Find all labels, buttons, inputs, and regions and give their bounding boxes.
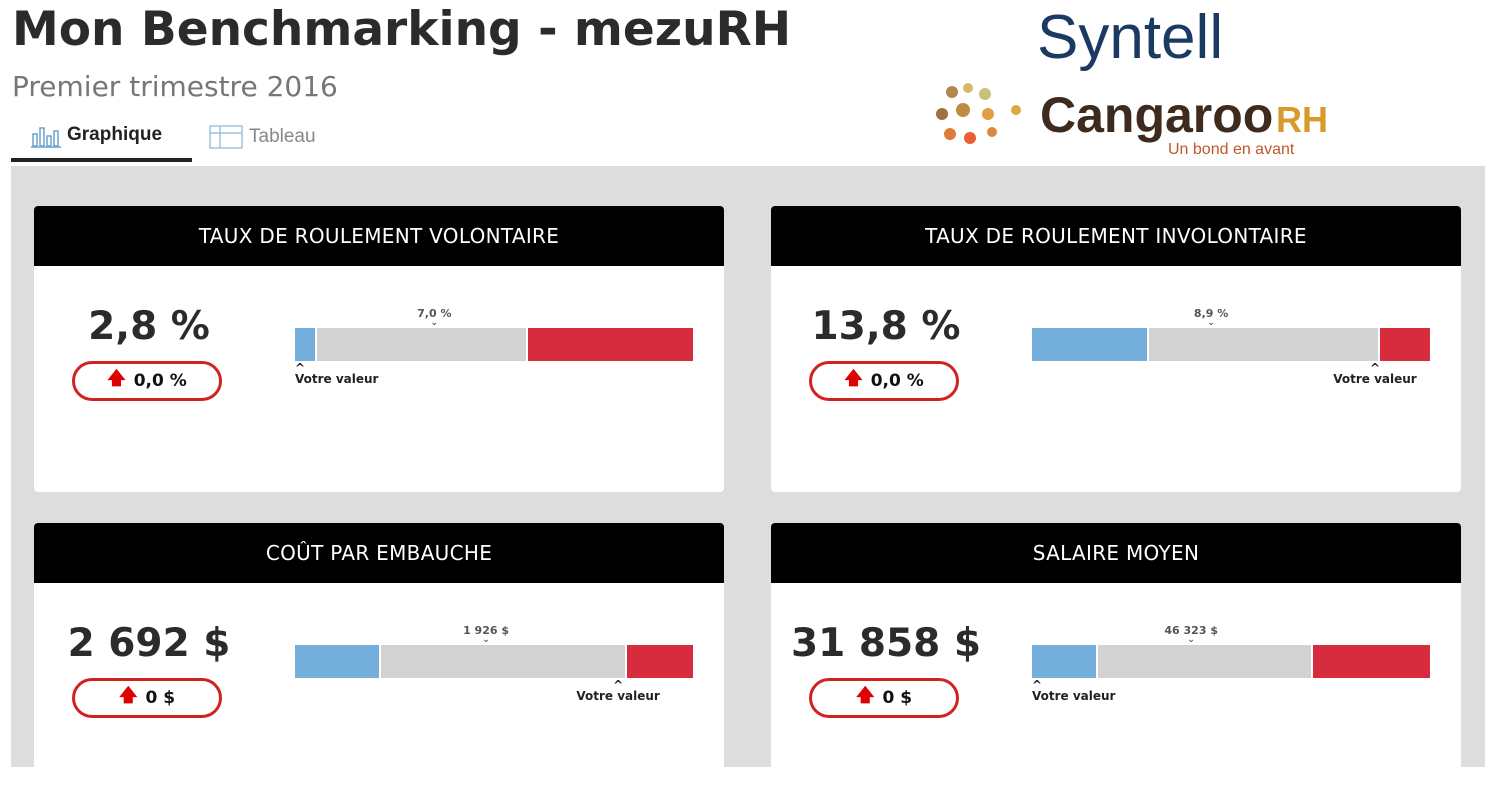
delta-value: 0 $ [145, 688, 176, 708]
cangaroo-emblem-icon [936, 83, 1021, 144]
tab-tableau-label: Tableau [249, 126, 316, 147]
card-roulement-involontaire: TAUX DE ROULEMENT INVOLONTAIRE 13,8 % 🡅 … [771, 206, 1461, 492]
card-roulement-volontaire: TAUX DE ROULEMENT VOLONTAIRE 2,8 % 🡅 0,0… [34, 206, 724, 492]
delta-value: 0,0 % [870, 371, 924, 391]
marker-label: Votre valeur [295, 372, 379, 386]
page-title: Mon Benchmarking - mezuRH [12, 2, 792, 57]
bar-segment-high [1310, 645, 1430, 678]
table-icon [209, 124, 243, 150]
benchmark-bar [295, 645, 693, 678]
tab-tableau[interactable]: Tableau [209, 112, 316, 162]
arrow-up-icon: 🡅 [855, 685, 875, 706]
marker-label: Votre valeur [1032, 689, 1116, 703]
bar-segment-low [295, 645, 379, 678]
caret-down-icon: ⌄ [482, 635, 490, 645]
delta-badge: 🡅 0,0 % [72, 361, 222, 401]
bar-segment-mid [378, 645, 626, 678]
caret-up-icon: ^ [613, 678, 624, 692]
caret-down-icon: ⌄ [1207, 318, 1215, 328]
bar-chart-icon [31, 122, 61, 148]
your-value-marker: ^ Votre valeur [295, 361, 379, 386]
benchmark-bar [295, 328, 693, 361]
card-title: TAUX DE ROULEMENT INVOLONTAIRE [771, 206, 1461, 266]
bar-segment-high [1378, 328, 1430, 361]
benchmark-bar [1032, 328, 1430, 361]
card-value: 13,8 % [811, 304, 961, 349]
card-value: 2,8 % [88, 304, 210, 349]
delta-value: 0,0 % [133, 371, 187, 391]
caret-up-icon: ^ [1032, 678, 1043, 692]
cangaroo-logo-text: Cangaroo [1040, 87, 1273, 143]
your-value-marker: ^ Votre valeur [1333, 361, 1417, 386]
bar-segment-high [525, 328, 693, 361]
dashboard-panel: TAUX DE ROULEMENT VOLONTAIRE 2,8 % 🡅 0,0… [11, 166, 1485, 809]
bar-segment-mid [314, 328, 526, 361]
bar-segment-low [1032, 645, 1096, 678]
bar-segment-mid [1095, 645, 1311, 678]
arrow-up-icon: 🡅 [107, 368, 126, 389]
marker-label: Votre valeur [576, 689, 660, 703]
arrow-up-icon: 🡅 [844, 368, 863, 389]
page-subtitle: Premier trimestre 2016 [12, 70, 338, 103]
bar-segment-low [295, 328, 315, 361]
bar-segment-mid [1147, 328, 1379, 361]
card-title: SALAIRE MOYEN [771, 523, 1461, 583]
caret-down-icon: ⌄ [1187, 635, 1195, 645]
tab-graphique-label: Graphique [67, 124, 163, 145]
delta-badge: 🡅 0 $ [809, 678, 959, 718]
caret-down-icon: ⌄ [430, 318, 439, 328]
view-tabs: Graphique Tableau [11, 112, 411, 166]
average-label: 1 926 $ ⌄ [463, 624, 509, 645]
syntell-logo-text: Syntell [1037, 3, 1223, 72]
card-title: COÛT PAR EMBAUCHE [34, 523, 724, 583]
average-label: 7,0 % ⌄ [417, 307, 451, 328]
cangaroo-tagline: Un bond en avant [1168, 141, 1295, 158]
delta-badge: 🡅 0 $ [72, 678, 222, 718]
card-value: 31 858 $ [791, 621, 981, 666]
average-label: 46 323 $ ⌄ [1164, 624, 1218, 645]
cangaroo-rh-text: RH [1276, 99, 1328, 140]
benchmark-bar [1032, 645, 1430, 678]
caret-up-icon: ^ [295, 361, 306, 375]
average-label: 8,9 % ⌄ [1194, 307, 1228, 328]
tab-graphique[interactable]: Graphique [11, 112, 192, 162]
bar-segment-low [1032, 328, 1148, 361]
card-salaire-moyen: SALAIRE MOYEN 31 858 $ 🡅 0 $ 46 323 $ ⌄ ^… [771, 523, 1461, 809]
your-value-marker: ^ Votre valeur [1032, 678, 1116, 703]
cangaroo-logo: Cangaroo RH Un bond en avant [930, 80, 1350, 169]
caret-up-icon: ^ [1369, 361, 1381, 375]
arrow-up-icon: 🡅 [118, 685, 138, 706]
card-title: TAUX DE ROULEMENT VOLONTAIRE [34, 206, 724, 266]
your-value-marker: ^ Votre valeur [576, 678, 660, 703]
bar-segment-high [625, 645, 693, 678]
delta-badge: 🡅 0,0 % [809, 361, 959, 401]
marker-label: Votre valeur [1333, 372, 1417, 386]
syntell-logo: Syntell [1035, 0, 1275, 84]
card-value: 2 692 $ [67, 621, 231, 666]
card-cout-embauche: COÛT PAR EMBAUCHE 2 692 $ 🡅 0 $ 1 926 $ ⌄… [34, 523, 724, 809]
delta-value: 0 $ [882, 688, 913, 708]
